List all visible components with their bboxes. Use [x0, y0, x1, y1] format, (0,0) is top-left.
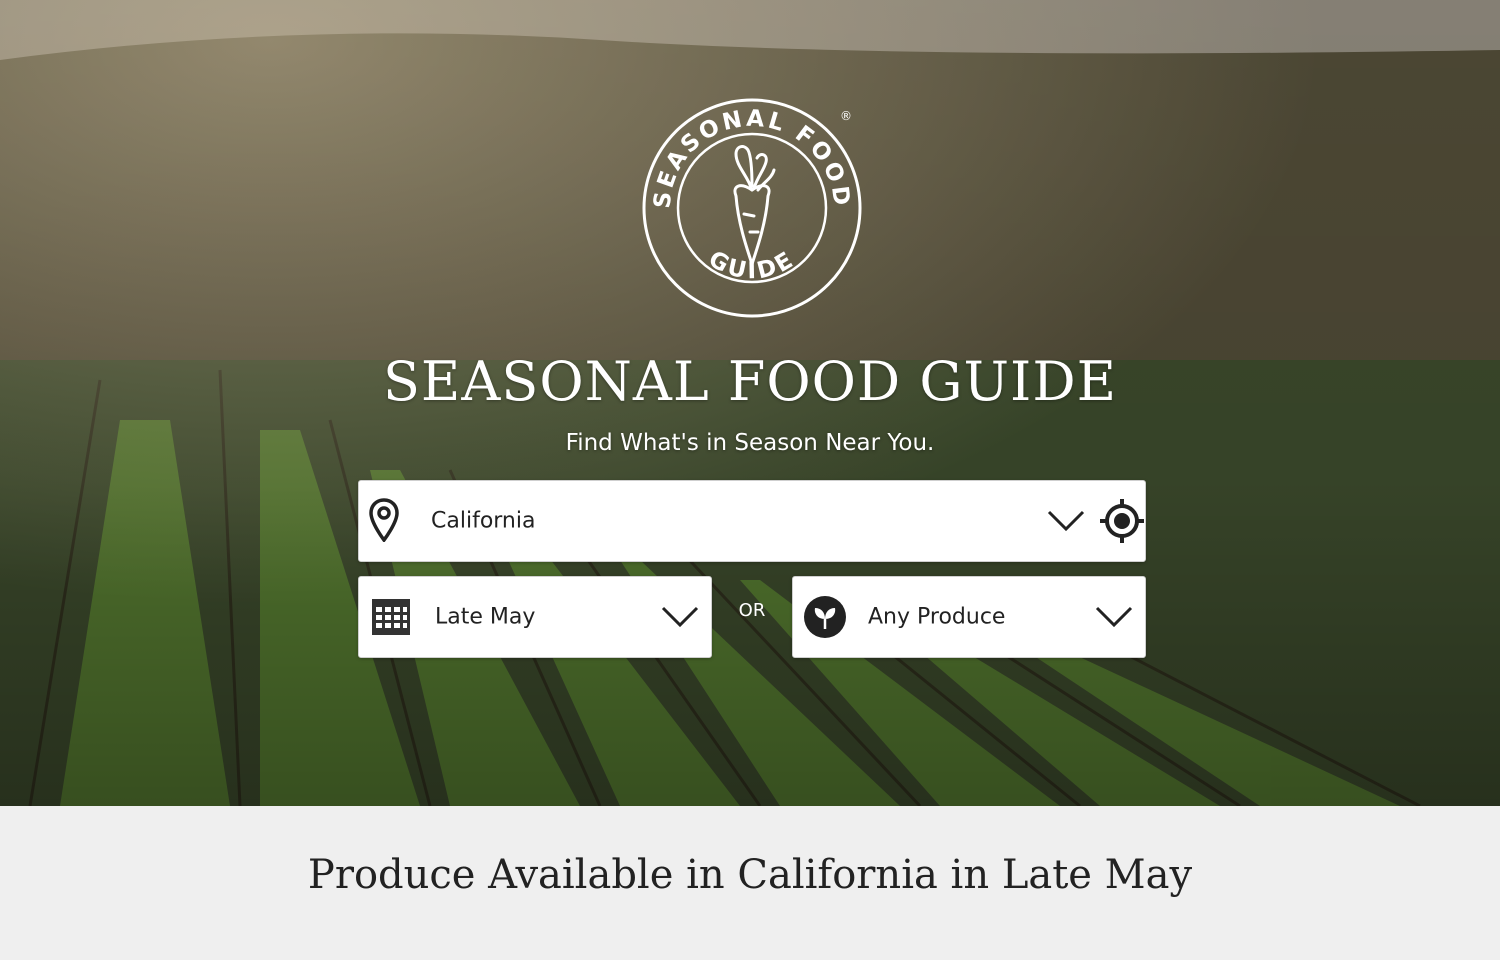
site-title: SEASONAL FOOD GUIDE — [382, 350, 1118, 413]
carrot-icon — [733, 145, 776, 266]
results-section: Produce Available in California in Late … — [0, 806, 1500, 960]
map-pin-icon — [369, 498, 399, 542]
sprout-icon — [804, 596, 846, 638]
chevron-down-icon[interactable] — [1095, 605, 1133, 629]
crosshair-icon[interactable] — [1099, 498, 1145, 544]
hero-banner: SEASONAL FOOD GUIDE ® SEASONAL FOOD GUID… — [0, 0, 1500, 806]
chevron-down-icon[interactable] — [1047, 509, 1085, 533]
produce-select[interactable]: Any Produce — [792, 576, 1146, 658]
date-value: Late May — [435, 604, 536, 630]
or-separator: OR — [738, 600, 766, 621]
calendar-icon — [372, 599, 410, 635]
location-value: California — [431, 508, 536, 534]
site-tagline: Find What's in Season Near You. — [565, 430, 935, 456]
results-heading: Produce Available in California in Late … — [307, 852, 1193, 898]
chevron-down-icon[interactable] — [661, 605, 699, 629]
registered-mark: ® — [840, 109, 852, 123]
seasonal-food-guide-logo: SEASONAL FOOD GUIDE ® — [642, 98, 862, 318]
location-select[interactable]: California — [358, 480, 1146, 562]
produce-value: Any Produce — [868, 604, 1006, 630]
date-select[interactable]: Late May — [358, 576, 712, 658]
